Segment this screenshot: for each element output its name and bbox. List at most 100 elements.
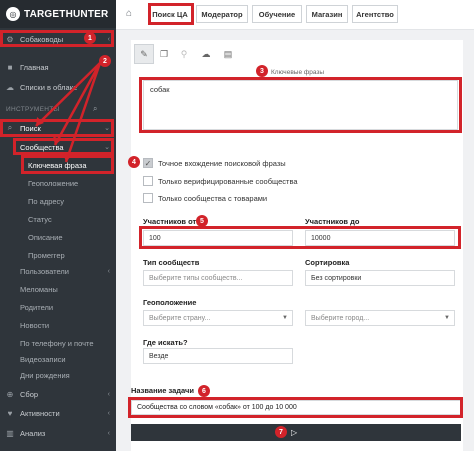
sidebar-item-label: Промеггер bbox=[28, 250, 65, 260]
search-icon: ⌕ bbox=[7, 123, 13, 132]
sidebar-item-news[interactable]: Новости bbox=[20, 320, 116, 330]
topbar: ⌂ Поиск ЦА Модератор Обучение Магазин Аг… bbox=[116, 0, 474, 30]
sidebar-item-geo[interactable]: Геоположение bbox=[28, 178, 116, 188]
checkbox-box bbox=[143, 176, 153, 186]
annotation-badge-1: 1 bbox=[84, 32, 96, 44]
sidebar-item-label: Анализ bbox=[20, 428, 46, 438]
play-icon: ▷ bbox=[291, 428, 298, 437]
chevron-left-icon: ‹ bbox=[107, 390, 110, 398]
task-name-label: Название задачи bbox=[131, 386, 194, 395]
sidebar-item-address[interactable]: По адресу bbox=[28, 196, 116, 206]
checkbox-label: Только сообщества с товарами bbox=[158, 193, 268, 203]
sidebar-item-phone-email[interactable]: По телефону и почте bbox=[20, 338, 116, 348]
chevron-left-icon: ‹ bbox=[107, 267, 110, 275]
select-placeholder: Выберите город... bbox=[311, 314, 370, 322]
annotation-badge-4: 4 bbox=[128, 156, 140, 168]
sidebar-item-label: Ключевая фраза bbox=[28, 160, 87, 170]
chevron-left-icon: ‹ bbox=[107, 409, 110, 417]
sidebar-item-analysis[interactable]: ▥ Анализ ‹ bbox=[0, 428, 116, 438]
tab-search-ta[interactable]: Поиск ЦА bbox=[148, 5, 192, 23]
tab-shop[interactable]: Магазин bbox=[306, 5, 348, 23]
sidebar-item-cloud-lists[interactable]: ☁ Списки в облаке bbox=[0, 82, 116, 92]
select-placeholder: Выберите типы сообществ... bbox=[149, 274, 243, 282]
chevron-down-icon: ▼ bbox=[444, 315, 450, 321]
annotation-badge-3: 3 bbox=[256, 65, 268, 77]
task-name-input[interactable]: Сообщества со словом «собак» от 100 до 1… bbox=[131, 400, 461, 415]
run-task-button[interactable]: ▷ bbox=[131, 424, 461, 441]
copy-icon[interactable]: ❐ bbox=[154, 44, 174, 64]
keywords-label: Ключевые фразы bbox=[271, 69, 325, 76]
with-goods-checkbox[interactable]: Только сообщества с товарами bbox=[143, 193, 267, 203]
brand: ◎ TARGETHUNTER bbox=[0, 0, 116, 28]
sidebar-item-label: Дни рождения bbox=[20, 370, 70, 380]
gear-icon: ⚙ bbox=[6, 34, 14, 44]
tab-moderator[interactable]: Модератор bbox=[196, 5, 248, 23]
chart-icon: ▥ bbox=[6, 428, 14, 438]
sidebar-item-label: Главная bbox=[20, 62, 49, 72]
keywords-textarea[interactable]: собак bbox=[143, 80, 458, 130]
checkbox-label: Только верифицированные сообщества bbox=[158, 176, 298, 186]
community-type-label: Тип сообществ bbox=[143, 258, 200, 267]
edit-icon[interactable]: ✎ bbox=[134, 44, 154, 64]
sidebar-item-music[interactable]: Меломаны bbox=[20, 284, 116, 294]
sidebar-item-label: Видеозаписи bbox=[20, 354, 66, 364]
sidebar-item-communities[interactable]: Сообщества ⌄ bbox=[20, 141, 116, 153]
heart-icon: ♥ bbox=[7, 408, 13, 418]
tab-agency[interactable]: Агентство bbox=[352, 5, 398, 23]
sidebar-item-label: Описание bbox=[28, 232, 63, 242]
sort-select[interactable]: Без сортировки bbox=[305, 270, 455, 286]
where-select[interactable]: Везде bbox=[143, 348, 293, 364]
sidebar-item-users[interactable]: Пользователи ‹ bbox=[20, 266, 116, 276]
checkbox-box bbox=[143, 193, 153, 203]
home-icon: ■ bbox=[7, 62, 13, 72]
chevron-left-icon: ‹ bbox=[107, 429, 110, 437]
sidebar-item-project[interactable]: ⚙ Собаководы ‹ bbox=[0, 32, 116, 46]
sidebar-item-search[interactable]: ⌕ Поиск ⌄ bbox=[0, 122, 116, 134]
community-type-select[interactable]: Выберите типы сообществ... bbox=[143, 270, 293, 286]
members-to-label: Участников до bbox=[305, 217, 360, 226]
annotation-badge-6: 6 bbox=[198, 385, 210, 397]
sidebar-item-birthdays[interactable]: Дни рождения bbox=[20, 370, 116, 380]
annotation-badge-2: 2 bbox=[99, 55, 111, 67]
sidebar-item-label: Поиск bbox=[20, 123, 41, 133]
sidebar-item-label: Родители bbox=[20, 302, 54, 312]
cloud-icon: ☁ bbox=[6, 82, 14, 92]
select-value: Везде bbox=[149, 352, 169, 360]
members-from-label: Участников от bbox=[143, 217, 197, 226]
sidebar-item-prometter[interactable]: Промеггер bbox=[28, 250, 116, 260]
collect-icon: ⊕ bbox=[6, 389, 14, 399]
location-icon[interactable]: ⚲ bbox=[174, 44, 194, 64]
section-label: ИНСТРУМЕНТЫ bbox=[6, 106, 60, 113]
sidebar-item-videos[interactable]: Видеозаписи bbox=[20, 354, 116, 364]
where-label: Где искать? bbox=[143, 338, 188, 347]
sidebar-item-label: Списки в облаке bbox=[20, 82, 78, 92]
sidebar-item-keyword-phrase[interactable]: Ключевая фраза bbox=[28, 158, 116, 172]
tab-education[interactable]: Обучение bbox=[252, 5, 302, 23]
members-from-input[interactable]: 100 bbox=[143, 230, 293, 246]
sidebar-item-label: По адресу bbox=[28, 196, 65, 206]
country-select[interactable]: Выберите страну... ▼ bbox=[143, 310, 293, 326]
sidebar-item-description[interactable]: Описание bbox=[28, 232, 116, 242]
sidebar-item-collect[interactable]: ⊕ Сбор ‹ bbox=[0, 389, 116, 399]
search-icon[interactable]: ⌕ bbox=[93, 104, 97, 114]
chevron-left-icon: ‹ bbox=[107, 35, 110, 43]
sidebar-item-label: Меломаны bbox=[20, 284, 58, 294]
annotation-badge-5: 5 bbox=[196, 215, 208, 227]
target-logo-icon: ◎ bbox=[6, 7, 20, 21]
book-icon[interactable]: ▤ bbox=[218, 44, 238, 64]
sidebar-item-label: По телефону и почте bbox=[20, 338, 94, 348]
home-icon[interactable]: ⌂ bbox=[126, 8, 132, 19]
upload-cloud-icon[interactable]: ☁ bbox=[196, 44, 216, 64]
sidebar-item-activity[interactable]: ♥ Активности ‹ bbox=[0, 408, 116, 418]
sidebar-item-label: Новости bbox=[20, 320, 50, 330]
sidebar-item-parents[interactable]: Родители bbox=[20, 302, 116, 312]
members-to-input[interactable]: 10000 bbox=[305, 230, 455, 246]
checkmark-icon: ✓ bbox=[143, 158, 153, 168]
verified-only-checkbox[interactable]: Только верифицированные сообщества bbox=[143, 176, 298, 186]
sidebar-item-status[interactable]: Статус bbox=[28, 214, 116, 224]
city-select[interactable]: Выберите город... ▼ bbox=[305, 310, 455, 326]
exact-match-checkbox[interactable]: ✓ Точное вхождение поисковой фразы bbox=[143, 158, 286, 168]
select-placeholder: Выберите страну... bbox=[149, 314, 211, 322]
checkbox-label: Точное вхождение поисковой фразы bbox=[158, 158, 286, 168]
sidebar-item-label: Геоположение bbox=[28, 178, 79, 188]
